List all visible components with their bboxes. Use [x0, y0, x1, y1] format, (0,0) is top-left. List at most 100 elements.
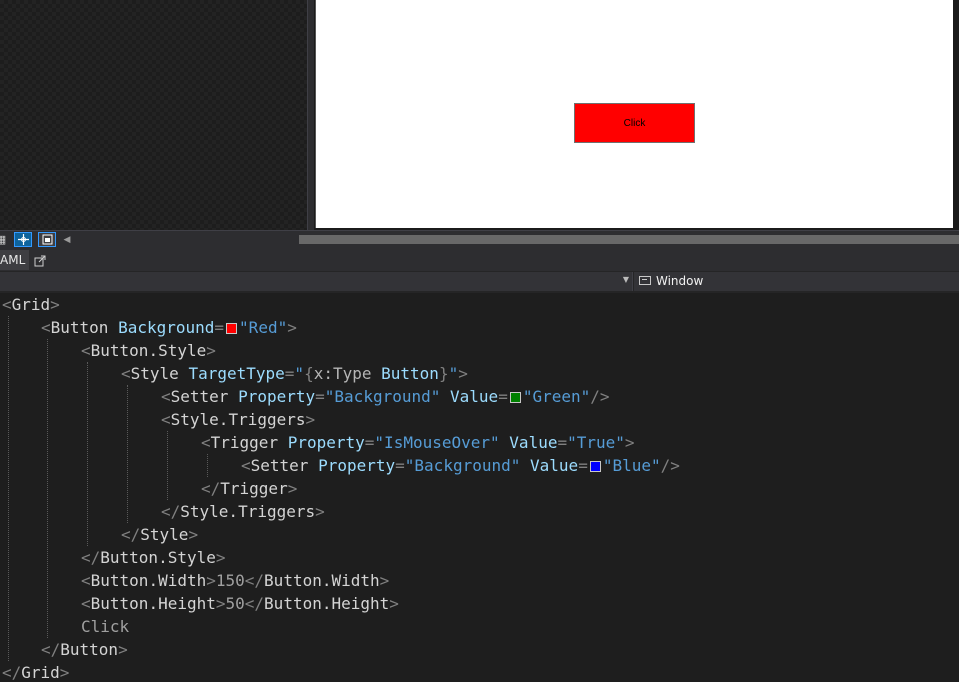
tag-name: Style.Triggers	[180, 502, 316, 521]
tab-xaml[interactable]: AML	[0, 250, 30, 270]
attribute-value: "Background"	[324, 387, 441, 406]
attribute-name: Property	[318, 456, 396, 475]
element-content: 50	[225, 594, 245, 613]
element-dropdown[interactable]: Window	[634, 272, 959, 291]
bracket: >	[458, 364, 468, 383]
tag-name: Style	[140, 525, 189, 544]
equals: =	[284, 364, 295, 383]
tag-name: Button.Width	[90, 571, 207, 590]
bracket: <	[2, 295, 12, 314]
quote: "	[294, 364, 305, 383]
editor-tab-strip: AML	[0, 249, 959, 272]
bracket: >	[215, 548, 226, 567]
snap-icon[interactable]	[14, 232, 32, 247]
equals: =	[578, 456, 588, 475]
indent-guide	[8, 316, 9, 661]
tag-name: Button.Height	[90, 594, 216, 613]
bracket: >	[215, 594, 226, 613]
bracket: >	[305, 410, 316, 429]
bracket: <	[81, 571, 91, 590]
indent-guide	[207, 454, 208, 477]
bracket: <	[81, 341, 91, 360]
markup-extension-value: Button	[381, 364, 439, 383]
designer-right-edge	[953, 0, 959, 230]
tag-name: Button	[50, 318, 109, 337]
code-line: <Style TargetType="{x:Type Button}">	[121, 362, 468, 385]
code-line: <Style.Triggers>	[161, 408, 315, 431]
indent-guide	[87, 362, 88, 546]
code-line: </Trigger>	[201, 477, 297, 500]
code-line: <Button.Width>150</Button.Width>	[81, 569, 389, 592]
tag-name: Button.Style	[90, 341, 207, 360]
chevron-down-icon: ▼	[622, 275, 629, 284]
code-line: </Button.Style>	[81, 546, 226, 569]
bracket: >	[188, 525, 199, 544]
bracket: >	[379, 571, 390, 590]
attribute-name: Background	[118, 318, 215, 337]
color-swatch-red[interactable]	[226, 323, 238, 334]
window-preview[interactable]: Click	[315, 0, 953, 228]
code-line: </Grid>	[2, 661, 69, 682]
navigation-bar: ▼ Window	[0, 271, 959, 294]
equals: =	[364, 433, 375, 452]
attribute-name: Property	[238, 387, 316, 406]
preview-click-button[interactable]: Click	[574, 103, 695, 143]
code-line: <Trigger Property="IsMouseOver" Value="T…	[201, 431, 635, 454]
bracket: <	[161, 387, 171, 406]
bracket: >	[206, 571, 216, 590]
color-swatch-blue[interactable]	[589, 461, 601, 472]
attribute-value: "True"	[567, 433, 625, 452]
code-line: <Grid>	[2, 293, 60, 316]
code-line: </Style>	[121, 523, 198, 546]
attribute-value: "Background"	[404, 456, 521, 475]
layout-icon[interactable]	[38, 232, 56, 247]
equals: =	[498, 387, 508, 406]
bracket: >	[59, 663, 70, 682]
bracket: >	[624, 433, 635, 452]
bracket: <	[241, 456, 251, 475]
equals: =	[557, 433, 568, 452]
code-line: <Setter Property="Background" Value= "Blu…	[241, 454, 680, 477]
bracket: </	[41, 640, 61, 659]
type-dropdown[interactable]: ▼	[0, 272, 633, 291]
brace: }	[438, 364, 449, 383]
bracket: </	[121, 525, 141, 544]
tag-name: Trigger	[210, 433, 279, 452]
bracket: >	[315, 502, 325, 521]
equals: =	[315, 387, 325, 406]
brace: {	[304, 364, 314, 383]
tag-name: Setter	[250, 456, 309, 475]
tag-name: Button.Width	[264, 571, 380, 590]
bracket: </	[244, 571, 265, 590]
code-line: <Setter Property="Background" Value= "Gre…	[161, 385, 610, 408]
bracket: </	[2, 663, 22, 682]
xaml-code-editor[interactable]: <Grid> <Button Background= "Red"> <Button…	[0, 293, 959, 682]
bracket: </	[81, 548, 101, 567]
bracket: <	[161, 410, 171, 429]
indent-guide	[127, 385, 128, 523]
tag-name: Grid	[11, 295, 51, 314]
indent-guide	[47, 339, 48, 638]
bracket: </	[161, 502, 181, 521]
scroll-left-icon[interactable]: ◀	[62, 232, 72, 247]
tag-name: Setter	[170, 387, 229, 406]
code-line: <Button.Style>	[81, 339, 216, 362]
color-swatch-green[interactable]	[509, 392, 521, 403]
bracket: />	[590, 387, 610, 406]
tag-name: Button.Height	[264, 594, 390, 613]
quote: "	[448, 364, 459, 383]
horizontal-scrollbar-thumb[interactable]	[299, 235, 959, 244]
code-line: <Button Background= "Red">	[41, 316, 297, 339]
attribute-name: Value	[509, 433, 558, 452]
tag-name: Button	[60, 640, 119, 659]
attribute-name: Property	[287, 433, 365, 452]
tag-name: Style	[130, 364, 179, 383]
bracket: >	[389, 594, 399, 613]
bracket: </	[244, 594, 265, 613]
code-line: </Style.Triggers>	[161, 500, 325, 523]
grid-icon[interactable]: ▦	[0, 232, 8, 247]
popout-icon[interactable]	[34, 252, 48, 267]
code-line: Click	[81, 615, 129, 638]
bracket: />	[660, 456, 680, 475]
tag-name: Grid	[21, 663, 60, 682]
